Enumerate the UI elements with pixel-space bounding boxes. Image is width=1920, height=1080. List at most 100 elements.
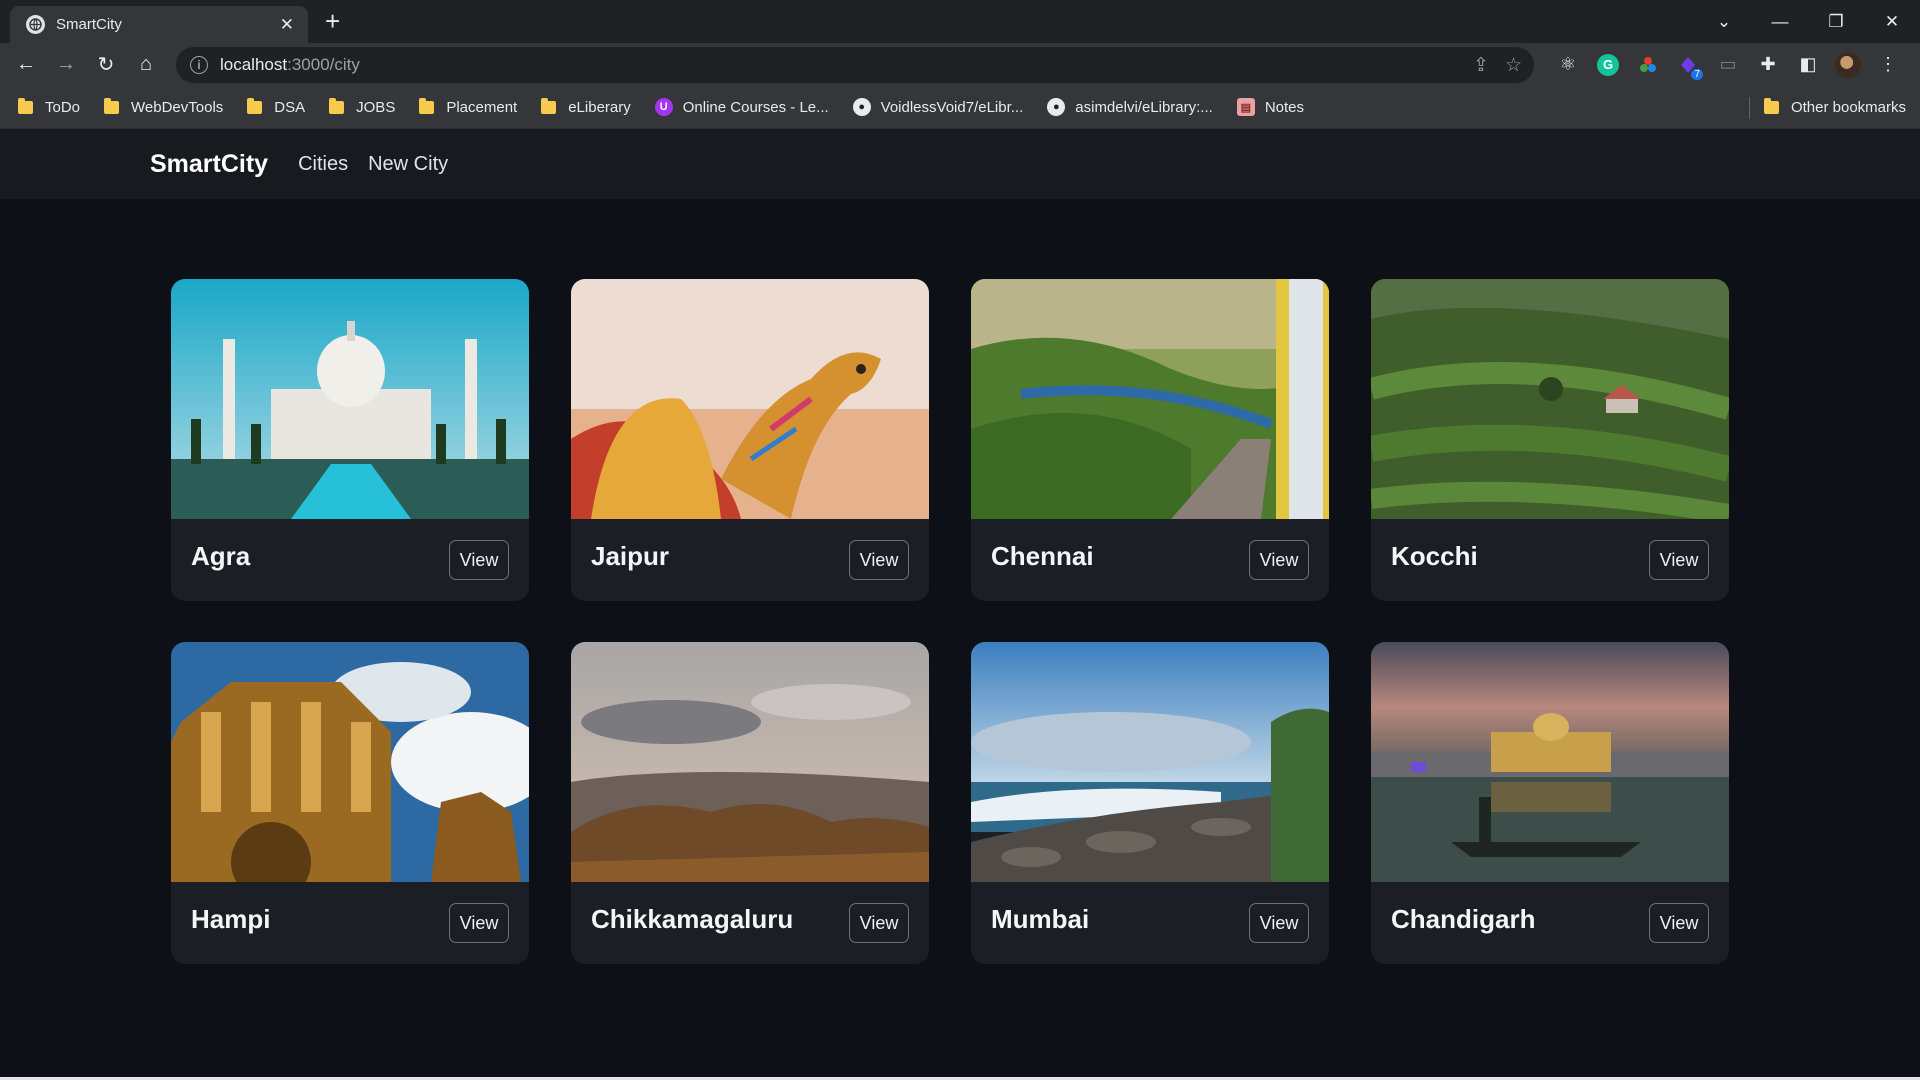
golden-temple-image (1371, 642, 1729, 882)
folder-icon (1763, 98, 1779, 114)
address-bar[interactable]: i localhost:3000/city ⇪ ☆ (176, 47, 1534, 83)
rocky-seashore-image (971, 642, 1329, 882)
view-city-button[interactable]: View (449, 540, 509, 580)
globe-icon (26, 15, 45, 34)
city-card: Kocchi View (1371, 279, 1729, 601)
bookmark-label: JOBS (356, 98, 396, 116)
city-name: Agra (191, 540, 251, 571)
profile-avatar[interactable] (1835, 51, 1861, 78)
bookmark-item[interactable]: ▤ Notes (1236, 98, 1304, 116)
other-bookmarks[interactable]: Other bookmarks (1763, 86, 1906, 129)
city-name: Mumbai (991, 903, 1090, 934)
city-name: Jaipur (591, 540, 670, 571)
city-card-grid: Agra View Jaipur View Chennai View Kocch… (171, 279, 1729, 964)
camel-desert-image (571, 279, 929, 519)
bookmark-item[interactable]: ToDo (18, 97, 80, 116)
city-card: Hampi View (171, 642, 529, 964)
bookmark-separator (1749, 97, 1750, 119)
city-card: Jaipur View (571, 279, 929, 601)
city-name: Chikkamagaluru (591, 903, 794, 934)
bookmark-item[interactable]: eLiberary (541, 97, 631, 116)
grammarly-icon[interactable]: G (1595, 52, 1621, 78)
folder-icon (329, 97, 345, 114)
forward-icon[interactable]: → (46, 45, 86, 85)
bookmark-item[interactable]: JOBS (329, 97, 396, 116)
bookmark-label: VoidlessVoid7/eLibr... (880, 98, 1024, 116)
extension-badge-count: 7 (1691, 68, 1703, 80)
city-card: Chandigarh View (1371, 642, 1729, 964)
page-content: SmartCity Cities New City Agra View Jaip… (0, 129, 1920, 1080)
view-city-button[interactable]: View (849, 540, 909, 580)
bookmark-label: DSA (274, 98, 306, 116)
site-navbar: SmartCity Cities New City (0, 129, 1920, 199)
bookmark-item[interactable]: Placement (419, 97, 518, 116)
view-city-button[interactable]: View (849, 903, 909, 943)
bookmark-label: Placement (446, 98, 518, 116)
browser-tab[interactable]: SmartCity ✕ (10, 6, 308, 43)
view-city-button[interactable]: View (1249, 903, 1309, 943)
close-window-icon[interactable]: ✕ (1864, 0, 1920, 43)
brand-logo[interactable]: SmartCity (150, 150, 268, 179)
home-icon[interactable]: ⌂ (126, 45, 166, 85)
view-city-button[interactable]: View (1249, 540, 1309, 580)
view-city-button[interactable]: View (1649, 540, 1709, 580)
train-hills-image (971, 279, 1329, 519)
folder-icon (541, 97, 557, 114)
bookmark-item[interactable]: ● asimdelvi/eLibrary:... (1047, 98, 1213, 116)
city-name: Chandigarh (1391, 903, 1536, 934)
bookmark-label: Online Courses - Le... (682, 98, 829, 116)
nav-link-new-city[interactable]: New City (368, 153, 448, 176)
bookmark-item[interactable]: ● VoidlessVoid7/eLibr... (852, 98, 1024, 116)
github-icon: ● (1047, 98, 1066, 116)
bookmark-label: asimdelvi/eLibrary:... (1075, 98, 1213, 116)
url-path: :3000/city (287, 55, 360, 74)
city-card: Agra View (171, 279, 529, 601)
close-tab-icon[interactable]: ✕ (280, 16, 294, 33)
restore-icon[interactable]: ❐ (1808, 0, 1864, 43)
site-info-icon[interactable]: i (190, 56, 208, 74)
side-panel-icon[interactable]: ◧ (1795, 52, 1821, 78)
github-icon: ● (852, 98, 871, 116)
url-host: localhost (220, 55, 288, 74)
bookmarks-bar: ToDo WebDevTools DSA JOBS Placement eLiberary… (0, 86, 1920, 129)
udemy-icon: U (654, 98, 673, 116)
menu-kebab-icon[interactable]: ⋮ (1875, 52, 1901, 78)
bookmark-item[interactable]: U Online Courses - Le... (654, 98, 829, 116)
tab-search-icon[interactable]: ⌄ (1696, 0, 1752, 43)
extension-badge-icon[interactable]: 7 (1675, 52, 1703, 80)
extensions-puzzle-icon[interactable]: ✚ (1755, 52, 1781, 78)
back-icon[interactable]: ← (6, 45, 46, 85)
nav-link-cities[interactable]: Cities (298, 153, 348, 176)
bookmark-label: WebDevTools (131, 98, 224, 116)
folder-icon (419, 97, 435, 114)
minimize-icon[interactable]: — (1752, 0, 1808, 43)
reload-icon[interactable]: ↻ (86, 45, 126, 85)
folder-icon (104, 97, 120, 114)
screen-icon[interactable]: ▭ (1715, 52, 1741, 78)
browser-toolbar: ← → ↻ ⌂ i localhost:3000/city ⇪ ☆ ⚛ G 7 … (0, 43, 1920, 86)
city-name: Chennai (991, 540, 1094, 571)
bookmark-item[interactable]: DSA (247, 97, 306, 116)
stone-chariot-image (171, 642, 529, 882)
bookmark-star-icon[interactable]: ☆ (1505, 54, 1522, 77)
tab-title: SmartCity (56, 16, 122, 33)
hill-landscape-image (571, 642, 929, 882)
view-city-button[interactable]: View (449, 903, 509, 943)
new-tab-icon[interactable]: + (325, 8, 340, 34)
city-card: Chennai View (971, 279, 1329, 601)
color-picker-icon[interactable] (1635, 52, 1661, 78)
bookmark-label: eLiberary (568, 98, 631, 116)
tea-plantation-image (1371, 279, 1729, 519)
folder-icon (18, 97, 33, 114)
view-city-button[interactable]: View (1649, 903, 1709, 943)
folder-icon (247, 97, 263, 114)
browser-tab-strip: SmartCity ✕ + ⌄ — ❐ ✕ (0, 0, 1920, 43)
taj-mahal-image (171, 279, 529, 519)
react-devtools-icon[interactable]: ⚛ (1555, 52, 1581, 78)
city-name: Kocchi (1391, 540, 1478, 571)
other-bookmarks-label: Other bookmarks (1790, 99, 1906, 116)
notes-icon: ▤ (1236, 98, 1255, 116)
bookmark-item[interactable]: WebDevTools (104, 97, 224, 116)
share-icon[interactable]: ⇪ (1473, 54, 1489, 77)
city-card: Chikkamagaluru View (571, 642, 929, 964)
